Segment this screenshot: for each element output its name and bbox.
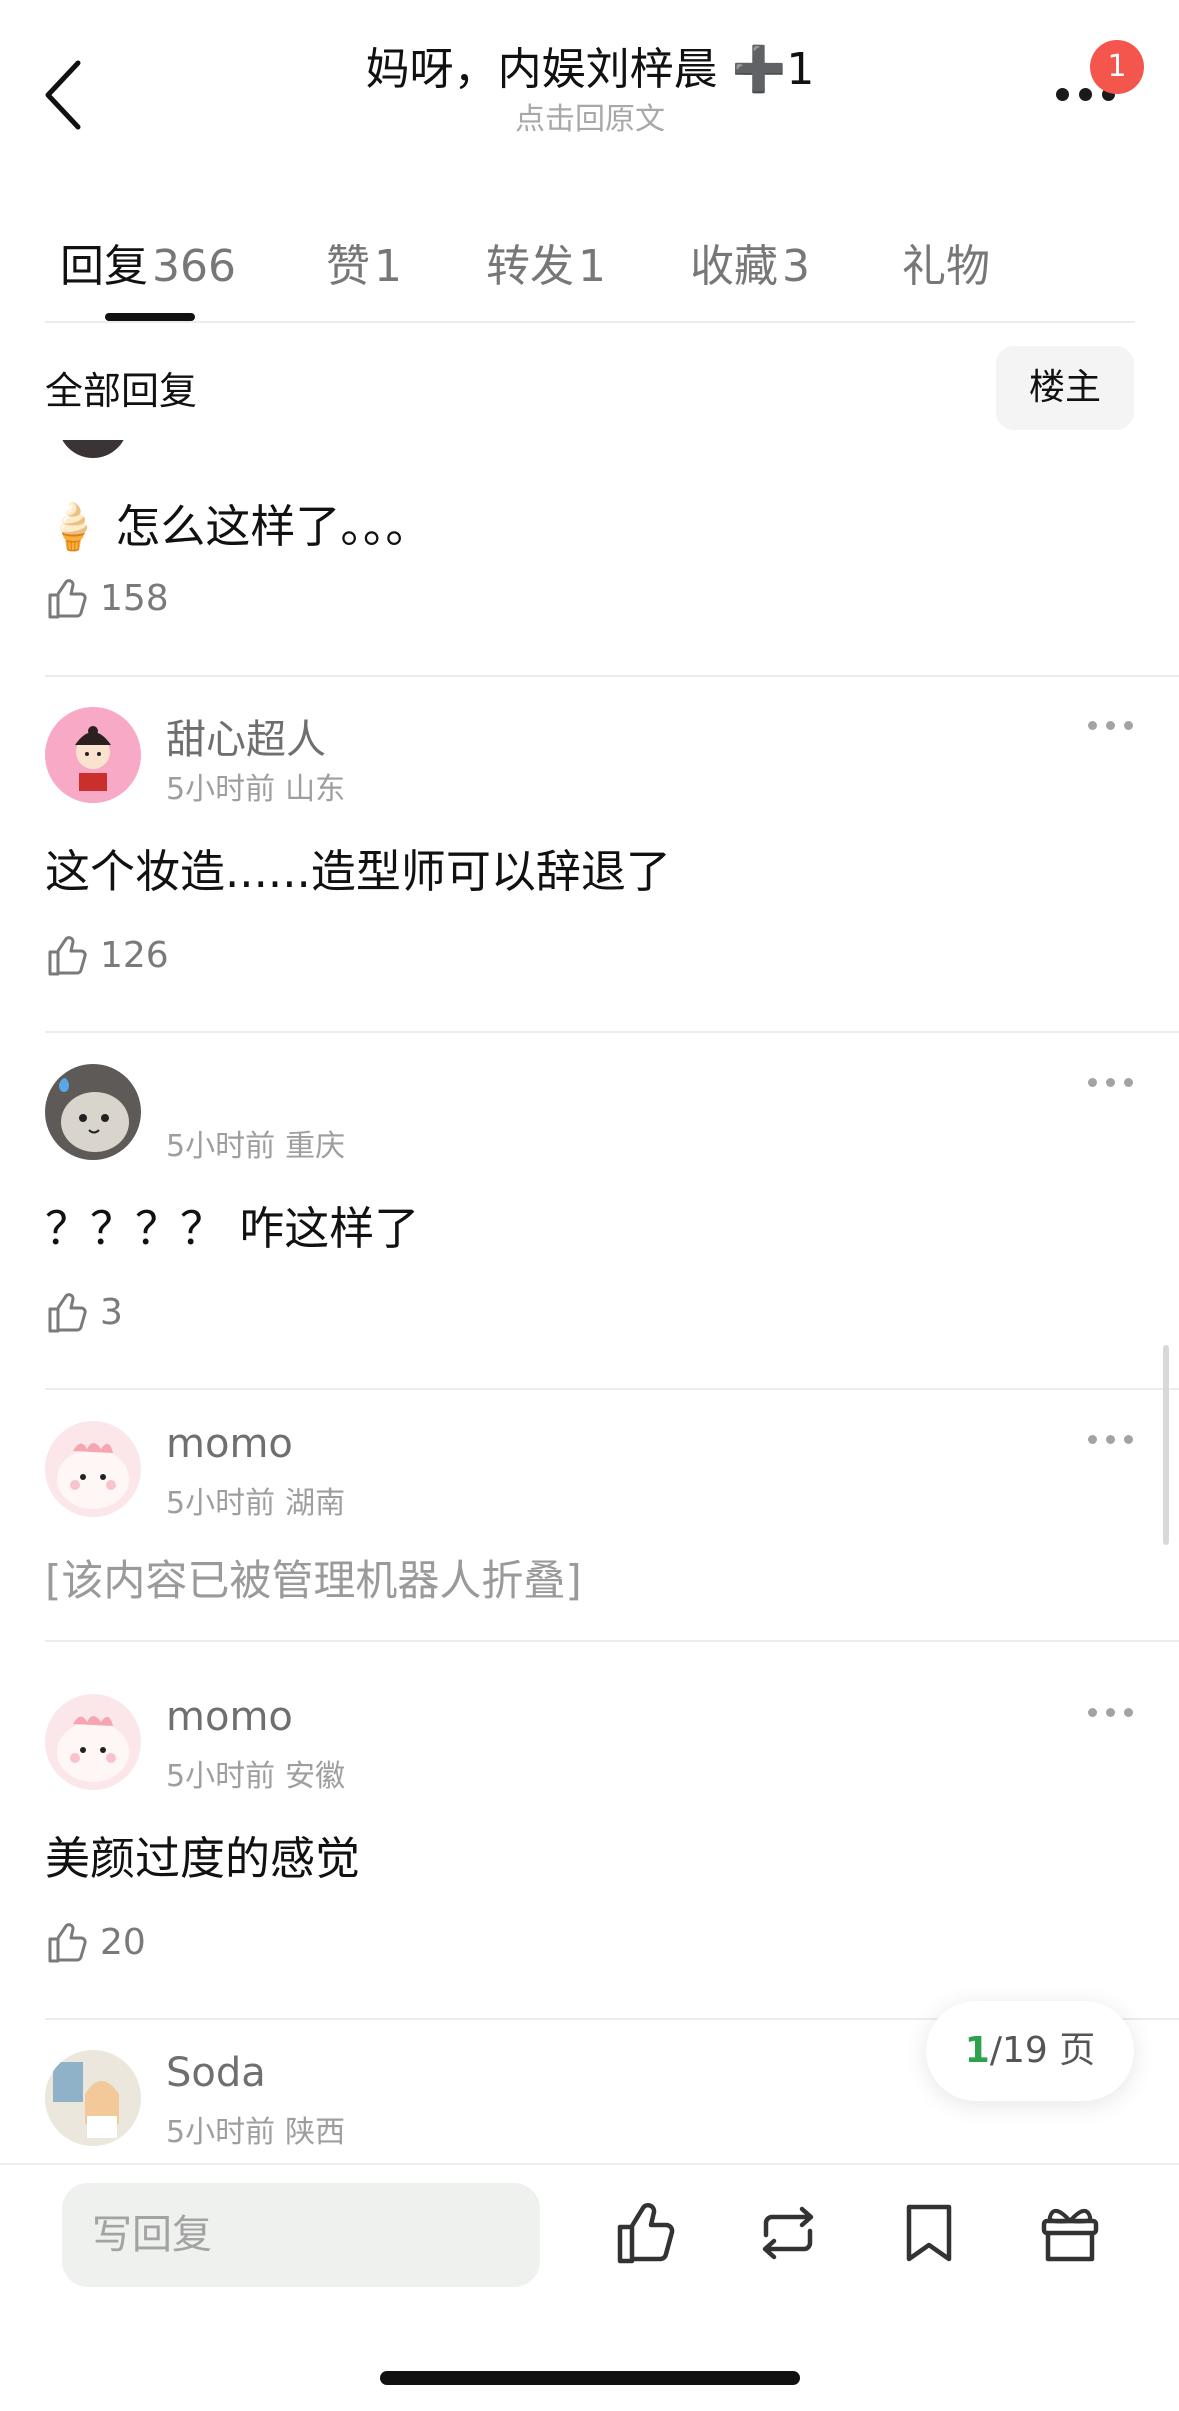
- avatar[interactable]: [45, 2050, 141, 2146]
- timestamp: 5小时前: [166, 1486, 276, 1521]
- tab-favorites[interactable]: 收藏3: [690, 230, 810, 294]
- gift-icon[interactable]: [1034, 2197, 1106, 2269]
- like-count: 158: [100, 578, 169, 619]
- thumbs-up-icon: [48, 936, 87, 976]
- tab-count: 1: [374, 241, 402, 292]
- repost-icon[interactable]: [752, 2197, 824, 2269]
- tab-gifts[interactable]: 礼物: [902, 230, 990, 294]
- timestamp: 5小时前: [166, 1129, 276, 1164]
- tab-label: 回复: [60, 241, 148, 292]
- timestamp: 5小时前: [166, 772, 276, 807]
- divider: [45, 675, 1179, 677]
- divider: [45, 1031, 1179, 1033]
- comment-text: 🍦 怎么这样了。。。: [45, 500, 431, 553]
- location: 重庆: [285, 1129, 346, 1164]
- post-title: 妈呀，内娱刘梓晨 ➕1: [365, 44, 815, 95]
- avatar[interactable]: [45, 1694, 141, 1790]
- back-to-original-link[interactable]: 点击回原文: [250, 100, 930, 140]
- avatar[interactable]: [45, 1421, 141, 1517]
- tab-count: 3: [782, 241, 810, 292]
- tab-label: 转发: [486, 241, 574, 292]
- divider: [45, 321, 1135, 323]
- total-pages: /19 页: [989, 2030, 1096, 2071]
- comment-meta: 5小时前 安徽: [166, 1751, 345, 1795]
- bookmark-icon[interactable]: [893, 2197, 965, 2269]
- like-count: 126: [100, 935, 169, 976]
- comment-meta: 5小时前 湖南: [166, 1478, 345, 1522]
- tab-count: 1: [578, 241, 606, 292]
- back-icon[interactable]: [40, 55, 90, 135]
- user-name[interactable]: 甜心超人: [166, 707, 326, 765]
- home-indicator: [380, 2371, 800, 2385]
- current-page: 1: [964, 2030, 990, 2071]
- avatar[interactable]: [45, 1064, 141, 1160]
- location: 湖南: [285, 1486, 346, 1521]
- scrollbar[interactable]: [1163, 1345, 1169, 1545]
- top-nav-bar: 妈呀，内娱刘梓晨 ➕1 点击回原文 1: [0, 0, 1179, 160]
- tab-replies[interactable]: 回复366: [60, 230, 236, 294]
- user-name[interactable]: momo: [166, 1694, 293, 1740]
- comment-text: 这个妆造......造型师可以辞退了: [45, 845, 671, 898]
- comment-list[interactable]: 🍦 怎么这样了。。。 158 甜心超人 5小时前 山东 这个妆造......造型师…: [0, 440, 1179, 2160]
- timestamp: 5小时前: [166, 1759, 276, 1794]
- tab-count: 366: [152, 241, 236, 292]
- avatar[interactable]: [58, 440, 128, 458]
- divider: [45, 1640, 1179, 1642]
- reply-input[interactable]: 写回复: [62, 2183, 540, 2287]
- like-icon[interactable]: [612, 2197, 684, 2269]
- notification-badge: 1: [1090, 40, 1144, 94]
- tab-label: 收藏: [690, 241, 778, 292]
- comment-more-icon[interactable]: [1088, 1429, 1134, 1449]
- owner-only-button[interactable]: 楼主: [996, 346, 1134, 430]
- comment-text: ？？？？ 咋这样了: [45, 1202, 420, 1255]
- location: 安徽: [285, 1759, 346, 1794]
- comment-more-icon[interactable]: [1088, 1702, 1134, 1722]
- comment-text: 美颜过度的感觉: [45, 1832, 361, 1885]
- location: 陕西: [285, 2115, 346, 2150]
- tab-label: 赞: [326, 241, 370, 292]
- title-block[interactable]: 妈呀，内娱刘梓晨 ➕1 点击回原文: [250, 40, 930, 140]
- comment-more-icon[interactable]: [1088, 715, 1134, 735]
- like-count: 3: [100, 1292, 123, 1333]
- comment-more-icon[interactable]: [1088, 1072, 1134, 1092]
- location: 山东: [285, 772, 346, 807]
- thumbs-up-icon: [48, 1293, 87, 1333]
- comment-meta: 5小时前 山东: [166, 764, 345, 808]
- folded-comment-notice[interactable]: [该内容已被管理机器人折叠]: [45, 1547, 582, 1608]
- tab-reposts[interactable]: 转发1: [486, 230, 606, 294]
- like-count: 20: [100, 1922, 146, 1963]
- tab-label: 礼物: [902, 241, 990, 292]
- thumbs-up-icon: [48, 579, 87, 619]
- divider: [45, 1388, 1179, 1390]
- avatar[interactable]: [45, 707, 141, 803]
- comment-meta: 5小时前 重庆: [166, 1121, 345, 1165]
- page-indicator[interactable]: 1/19 页: [926, 2001, 1134, 2101]
- user-name[interactable]: momo: [166, 1421, 293, 1467]
- timestamp: 5小时前: [166, 2115, 276, 2150]
- tab-likes[interactable]: 赞1: [326, 230, 402, 294]
- active-tab-indicator: [105, 313, 195, 321]
- thumbs-up-icon: [48, 1923, 87, 1963]
- tab-bar: 回复366 赞1 转发1 收藏3 礼物: [0, 200, 1179, 322]
- comment-meta: 5小时前 陕西: [166, 2107, 345, 2151]
- all-replies-label[interactable]: 全部回复: [45, 360, 197, 415]
- user-name[interactable]: Soda: [166, 2050, 266, 2096]
